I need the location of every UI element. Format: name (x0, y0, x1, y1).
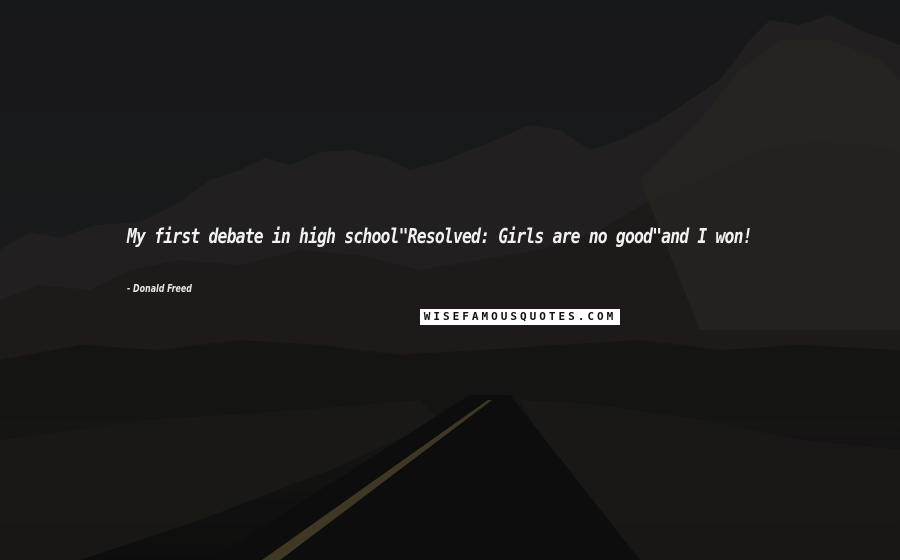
watermark-logo: WISEFAMOUSQUOTES.COM (420, 309, 620, 325)
quote-image: My first debate in high school"Resolved:… (0, 0, 900, 560)
quote-author: - Donald Freed (127, 282, 192, 295)
mountain-road-landscape-icon (0, 0, 900, 560)
quote-text: My first debate in high school"Resolved:… (127, 224, 753, 248)
